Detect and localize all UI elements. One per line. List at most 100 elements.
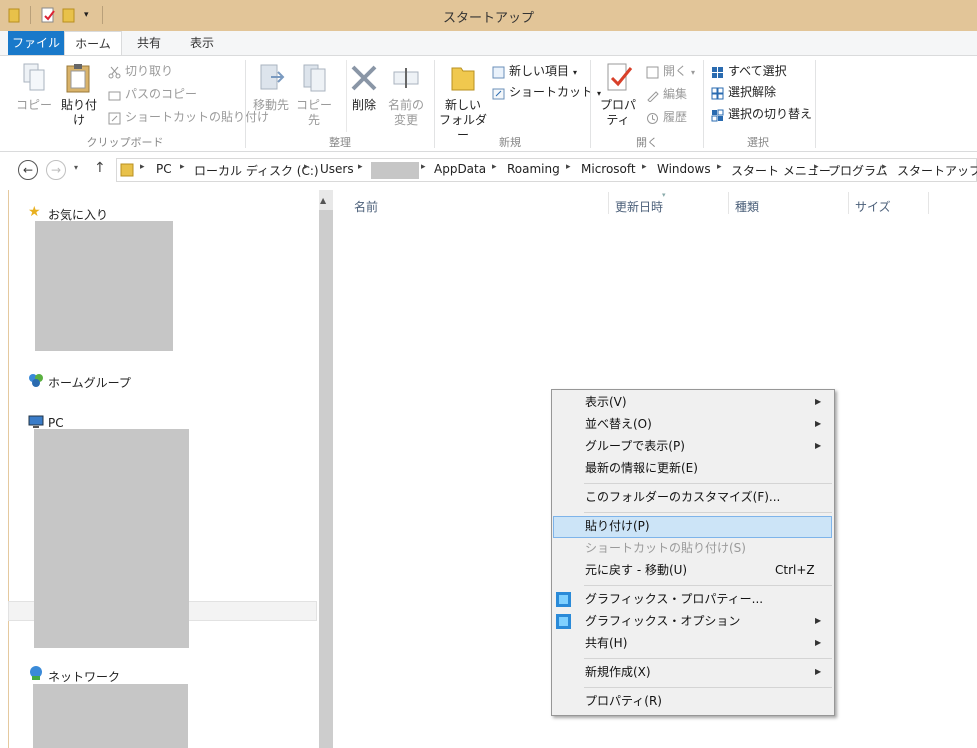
menu-item-share[interactable]: 共有(H) <box>585 633 627 653</box>
redacted-favorites-list <box>35 221 173 351</box>
copy-to-icon <box>301 62 331 94</box>
menu-item-new[interactable]: 新規作成(X) <box>585 662 651 682</box>
delete-icon <box>350 64 378 92</box>
cut-button[interactable]: 切り取り <box>108 61 173 81</box>
copy-path-label: パスのコピー <box>125 87 198 101</box>
select-all-icon <box>711 65 724 78</box>
menu-item-view[interactable]: 表示(V) <box>585 392 627 412</box>
properties-button[interactable]: プロパティ <box>594 98 642 128</box>
recent-locations-chevron-icon[interactable]: ▾ <box>74 163 78 172</box>
nav-network[interactable]: ネットワーク <box>48 668 120 685</box>
breadcrumb-chevron-icon[interactable]: ▸ <box>180 162 185 172</box>
menu-item-paste-shortcut[interactable]: ショートカットの貼り付け(S) <box>585 538 746 558</box>
group-separator <box>815 60 816 148</box>
organize-group-label: 整理 <box>329 136 351 149</box>
invert-selection-icon <box>711 108 724 122</box>
tab-share[interactable]: 共有 <box>128 31 170 55</box>
open-button[interactable]: 開く ▾ <box>646 61 695 81</box>
copy-to-button[interactable]: コピー先 <box>292 98 336 128</box>
breadcrumb-appdata[interactable]: AppData <box>434 162 486 176</box>
column-header-size[interactable]: サイズ <box>855 198 891 215</box>
menu-item-customize-folder[interactable]: このフォルダーのカスタマイズ(F)... <box>585 487 780 507</box>
group-separator <box>434 60 435 148</box>
tab-view[interactable]: 表示 <box>180 31 224 55</box>
chevron-down-icon: ▾ <box>573 68 578 77</box>
homegroup-icon <box>28 372 44 388</box>
select-all-button[interactable]: すべて選択 <box>711 61 787 81</box>
scroll-up-icon[interactable]: ▲ <box>320 196 326 205</box>
back-arrow-icon[interactable]: ← <box>18 160 38 180</box>
new-folder-icon <box>449 62 477 94</box>
properties-icon <box>604 62 634 94</box>
copy-button[interactable]: コピー <box>14 98 54 113</box>
breadcrumb-microsoft[interactable]: Microsoft <box>581 162 636 176</box>
select-none-button[interactable]: 選択解除 <box>711 82 776 102</box>
menu-item-graphics-properties[interactable]: グラフィックス・プロパティー... <box>585 589 763 609</box>
breadcrumb-local-disk[interactable]: ローカル ディスク (C:) <box>194 162 319 179</box>
redacted-username[interactable] <box>371 162 419 179</box>
new-group-label: 新規 <box>499 136 521 149</box>
up-arrow-icon[interactable]: ↑ <box>94 160 106 176</box>
column-divider[interactable] <box>928 192 929 214</box>
divider <box>346 60 347 132</box>
tab-file[interactable]: ファイル <box>8 31 64 55</box>
breadcrumb-chevron-icon[interactable]: ▸ <box>717 162 722 172</box>
move-to-button[interactable]: 移動先 <box>250 98 292 113</box>
breadcrumb-chevron-icon[interactable]: ▸ <box>492 162 497 172</box>
menu-item-graphics-options[interactable]: グラフィックス・オプション <box>585 611 740 631</box>
breadcrumb-roaming[interactable]: Roaming <box>507 162 560 176</box>
scissors-icon <box>108 65 121 79</box>
history-button[interactable]: 履歴 <box>646 107 687 127</box>
column-divider[interactable] <box>608 192 609 214</box>
menu-item-group-by[interactable]: グループで表示(P) <box>585 436 685 456</box>
submenu-arrow-icon: ▶ <box>815 667 822 676</box>
edit-icon <box>646 88 659 103</box>
paste-icon <box>64 62 94 94</box>
rename-button[interactable]: 名前の 変更 <box>386 98 426 128</box>
breadcrumb-chevron-icon[interactable]: ▸ <box>421 162 426 172</box>
invert-selection-label: 選択の切り替え <box>728 107 813 121</box>
nav-homegroup[interactable]: ホームグループ <box>48 374 131 391</box>
paste-shortcut-icon <box>108 111 121 125</box>
column-header-type[interactable]: 種類 <box>735 198 759 215</box>
menu-item-sort[interactable]: 並べ替え(O) <box>585 414 652 434</box>
breadcrumb-chevron-icon[interactable]: ▸ <box>140 162 145 172</box>
shortcut-button[interactable]: ショートカット ▾ <box>492 82 601 102</box>
new-item-button[interactable]: 新しい項目 ▾ <box>492 61 577 81</box>
menu-item-refresh[interactable]: 最新の情報に更新(E) <box>585 458 698 478</box>
breadcrumb-users[interactable]: Users <box>320 162 354 176</box>
rename-icon <box>392 64 420 92</box>
breadcrumb-chevron-icon[interactable]: ▸ <box>814 162 819 172</box>
breadcrumb-chevron-icon[interactable]: ▸ <box>358 162 363 172</box>
breadcrumb-windows[interactable]: Windows <box>657 162 711 176</box>
history-icon <box>646 111 659 124</box>
nav-scrollbar-thumb[interactable] <box>319 210 333 748</box>
nav-pc[interactable]: PC <box>48 416 64 430</box>
menu-item-properties[interactable]: プロパティ(R) <box>585 691 662 711</box>
menu-item-undo-move[interactable]: 元に戻す - 移動(U) <box>585 560 687 580</box>
paste-button[interactable]: 貼り付け <box>56 98 102 128</box>
chevron-down-icon: ▾ <box>597 89 602 98</box>
column-divider[interactable] <box>848 192 849 214</box>
column-header-modified[interactable]: 更新日時 <box>615 198 663 215</box>
breadcrumb-chevron-icon[interactable]: ▸ <box>882 162 887 172</box>
redacted-pc-list <box>34 429 189 648</box>
breadcrumb-chevron-icon[interactable]: ▸ <box>304 162 309 172</box>
column-divider[interactable] <box>728 192 729 214</box>
tab-home[interactable]: ホーム <box>64 31 122 55</box>
breadcrumb-chevron-icon[interactable]: ▸ <box>642 162 647 172</box>
edit-label: 編集 <box>663 87 688 101</box>
delete-button[interactable]: 削除 <box>348 98 380 113</box>
breadcrumb-pc[interactable]: PC <box>156 162 172 176</box>
rename-line-1: 名前の <box>387 98 424 112</box>
shortcut-label: ショートカット <box>509 85 594 99</box>
column-header-name[interactable]: 名前 <box>354 198 378 215</box>
breadcrumb-programs[interactable]: プログラム <box>828 162 888 179</box>
breadcrumb-chevron-icon[interactable]: ▸ <box>566 162 571 172</box>
edit-button[interactable]: 編集 <box>646 84 687 104</box>
breadcrumb-startup[interactable]: スタートアップ <box>897 162 977 179</box>
invert-selection-button[interactable]: 選択の切り替え <box>711 104 812 124</box>
menu-item-paste[interactable]: 貼り付け(P) <box>585 516 650 536</box>
copy-path-button[interactable]: パスのコピー <box>108 84 197 104</box>
forward-arrow-icon[interactable]: → <box>46 160 66 180</box>
